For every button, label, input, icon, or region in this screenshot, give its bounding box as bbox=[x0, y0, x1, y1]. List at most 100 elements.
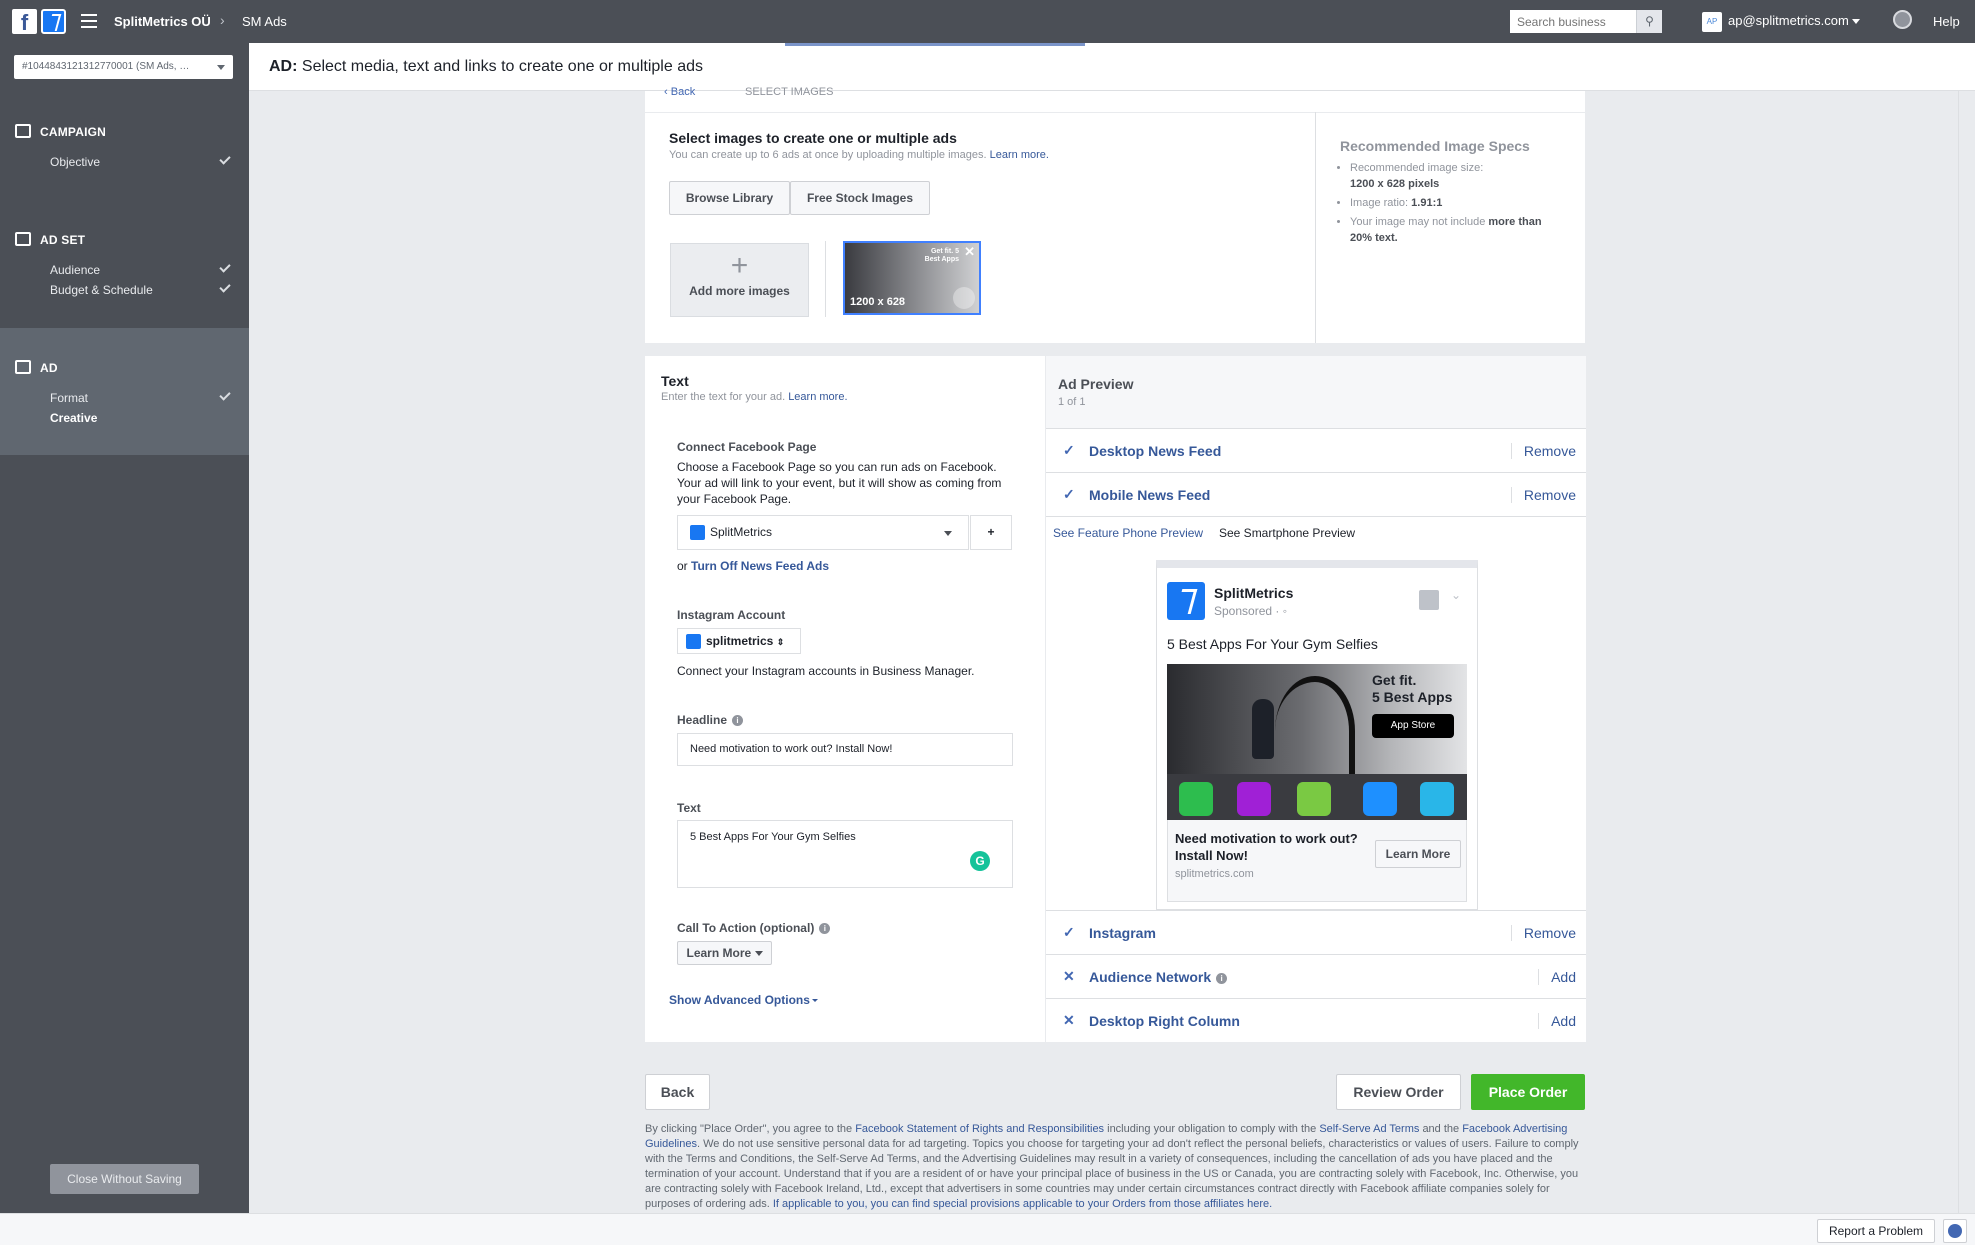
post-image[interactable]: Get fit. 5 Best Apps App Store bbox=[1167, 664, 1467, 820]
selected-image-thumbnail[interactable]: Get fit. 5 Best Apps ✕ 1200 x 628 bbox=[843, 241, 981, 315]
sidebar-item-audience[interactable]: Audience bbox=[50, 263, 100, 277]
globe-icon[interactable] bbox=[1893, 10, 1912, 29]
remove-placement-button[interactable]: Remove bbox=[1510, 487, 1576, 503]
placement-name: Desktop News Feed bbox=[1089, 443, 1222, 459]
chevron-down-icon[interactable]: ⌄ bbox=[1451, 588, 1461, 602]
user-menu[interactable]: ap@splitmetrics.com bbox=[1728, 13, 1861, 28]
image-specs-title: Recommended Image Specs bbox=[1340, 138, 1530, 154]
help-icon[interactable] bbox=[1943, 1219, 1967, 1243]
app-icon-lime bbox=[1297, 782, 1331, 816]
athlete-figure bbox=[1252, 699, 1274, 759]
hamburger-menu-icon[interactable] bbox=[81, 14, 97, 28]
remove-placement-button[interactable]: Remove bbox=[1510, 925, 1576, 941]
page-logo-icon bbox=[1167, 582, 1205, 620]
spec-size-value: 1200 x 628 pixels bbox=[1350, 178, 1440, 190]
add-page-button[interactable]: + bbox=[970, 515, 1012, 550]
text-section-title: Text bbox=[661, 373, 689, 389]
progress-indicator bbox=[785, 43, 1085, 46]
text-label: Text bbox=[677, 801, 701, 815]
app-icons-strip bbox=[1167, 774, 1467, 820]
info-icon[interactable]: i bbox=[732, 715, 744, 727]
splitmetrics-logo-icon[interactable] bbox=[41, 9, 66, 34]
business-name[interactable]: SplitMetrics OÜ bbox=[114, 14, 211, 29]
page-scrollbar[interactable] bbox=[1958, 91, 1975, 1213]
crop-icon[interactable] bbox=[953, 287, 975, 309]
info-icon[interactable]: i bbox=[1216, 972, 1228, 984]
post-cta-box[interactable]: Need motivation to work out? Install Now… bbox=[1167, 820, 1467, 902]
search-input[interactable] bbox=[1510, 10, 1634, 33]
post-headline: Need motivation to work out? Install Now… bbox=[1175, 831, 1358, 863]
page-title-prefix: AD: bbox=[269, 58, 298, 75]
sidebar-item-creative[interactable]: Creative bbox=[50, 411, 97, 425]
turn-off-news-feed-link[interactable]: Turn Off News Feed Ads bbox=[691, 559, 829, 573]
x-icon: ✕ bbox=[1063, 968, 1075, 984]
breadcrumb-chevron-icon: › bbox=[220, 12, 225, 28]
facebook-logo-icon[interactable]: f bbox=[12, 9, 37, 35]
search-icon[interactable]: ⚲ bbox=[1636, 10, 1662, 33]
show-advanced-options-link[interactable]: Show Advanced Options bbox=[669, 993, 818, 1007]
self-serve-ad-terms-link[interactable]: Self-Serve Ad Terms bbox=[1319, 1123, 1419, 1135]
placement-name: Desktop Right Column bbox=[1089, 1013, 1240, 1029]
statement-of-rights-link[interactable]: Facebook Statement of Rights and Respons… bbox=[855, 1123, 1104, 1135]
smartphone-preview-tab[interactable]: See Smartphone Preview bbox=[1219, 526, 1355, 540]
instagram-logo-icon bbox=[686, 634, 701, 650]
avatar[interactable]: AP bbox=[1702, 12, 1722, 32]
back-link[interactable]: ‹ Back bbox=[664, 86, 695, 98]
post-page-name[interactable]: SplitMetrics bbox=[1214, 585, 1293, 601]
learn-more-link[interactable]: Learn more. bbox=[788, 391, 847, 403]
affiliates-provisions-link[interactable]: If applicable to you, you can find speci… bbox=[773, 1198, 1272, 1210]
close-icon[interactable]: ✕ bbox=[964, 244, 975, 260]
feature-phone-preview-link[interactable]: See Feature Phone Preview bbox=[1053, 526, 1203, 540]
check-icon: ✓ bbox=[1063, 442, 1075, 458]
text-section-subtitle-text: Enter the text for your ad. bbox=[661, 391, 786, 403]
app-icon-blue bbox=[1363, 782, 1397, 816]
page-logo-icon bbox=[690, 525, 705, 541]
info-icon[interactable]: i bbox=[819, 923, 831, 935]
placement-row[interactable]: ✕ Audience Network i Add bbox=[1046, 954, 1586, 998]
sidebar-item-format[interactable]: Format bbox=[50, 391, 88, 405]
check-icon: ✓ bbox=[1063, 924, 1075, 940]
grammarly-icon[interactable]: G bbox=[970, 851, 990, 871]
placement-row[interactable]: ✓ Instagram Remove bbox=[1046, 910, 1586, 954]
post-text: 5 Best Apps For Your Gym Selfies bbox=[1167, 636, 1378, 652]
turn-off-news-feed: or Turn Off News Feed Ads bbox=[677, 558, 829, 574]
post-sponsored: Sponsored · ◦ bbox=[1214, 604, 1287, 618]
sidebar-item-budget-schedule[interactable]: Budget & Schedule bbox=[50, 283, 153, 297]
report-problem-button[interactable]: Report a Problem bbox=[1817, 1219, 1935, 1243]
close-without-saving-button[interactable]: Close Without Saving bbox=[50, 1164, 199, 1194]
like-icon[interactable] bbox=[1419, 590, 1439, 610]
instagram-account-select[interactable]: splitmetrics ⇕ bbox=[677, 628, 801, 654]
place-order-button[interactable]: Place Order bbox=[1471, 1074, 1585, 1110]
add-more-images-button[interactable]: + Add more images bbox=[670, 243, 809, 317]
sidebar-section-adset[interactable]: AD SET bbox=[40, 233, 85, 247]
ad-account-name[interactable]: SM Ads bbox=[242, 14, 287, 29]
account-selector[interactable]: #1044843121312770001 (SM Ads, … bbox=[14, 55, 233, 79]
back-button[interactable]: Back bbox=[645, 1074, 710, 1110]
cta-select[interactable]: Learn More bbox=[677, 941, 772, 965]
placement-row[interactable]: ✕ Desktop Right Column Add bbox=[1046, 998, 1586, 1042]
instagram-description: Connect your Instagram accounts in Busin… bbox=[677, 664, 975, 678]
browse-library-button[interactable]: Browse Library bbox=[669, 181, 790, 215]
sidebar-section-campaign[interactable]: CAMPAIGN bbox=[40, 125, 106, 139]
top-bar: f SplitMetrics OÜ › SM Ads ⚲ AP ap@split… bbox=[0, 0, 1975, 43]
headline-input[interactable]: Need motivation to work out? Install Now… bbox=[677, 733, 1013, 766]
remove-placement-button[interactable]: Remove bbox=[1510, 443, 1576, 459]
facebook-page-select[interactable]: SplitMetrics bbox=[677, 515, 969, 550]
sidebar-section-ad[interactable]: AD bbox=[40, 361, 58, 375]
learn-more-link[interactable]: Learn more. bbox=[990, 149, 1049, 161]
add-placement-button[interactable]: Add bbox=[1538, 1013, 1576, 1029]
add-placement-button[interactable]: Add bbox=[1538, 969, 1576, 985]
review-order-button[interactable]: Review Order bbox=[1336, 1074, 1461, 1110]
facebook-page-value: SplitMetrics bbox=[710, 525, 773, 539]
placement-name-text: Audience Network bbox=[1089, 969, 1212, 985]
business-search[interactable]: ⚲ bbox=[1510, 10, 1662, 33]
placement-row[interactable]: ✓ Mobile News Feed Remove bbox=[1046, 472, 1586, 516]
placement-row[interactable]: ✓ Desktop News Feed Remove bbox=[1046, 428, 1586, 472]
free-stock-images-button[interactable]: Free Stock Images bbox=[790, 181, 930, 215]
headline-label-text: Headline bbox=[677, 713, 728, 727]
placement-name: Instagram bbox=[1089, 925, 1156, 941]
text-textarea[interactable]: 5 Best Apps For Your Gym Selfies bbox=[677, 820, 1013, 888]
sidebar-item-objective[interactable]: Objective bbox=[50, 155, 100, 169]
learn-more-button[interactable]: Learn More bbox=[1375, 840, 1461, 868]
help-link[interactable]: Help bbox=[1933, 14, 1960, 29]
